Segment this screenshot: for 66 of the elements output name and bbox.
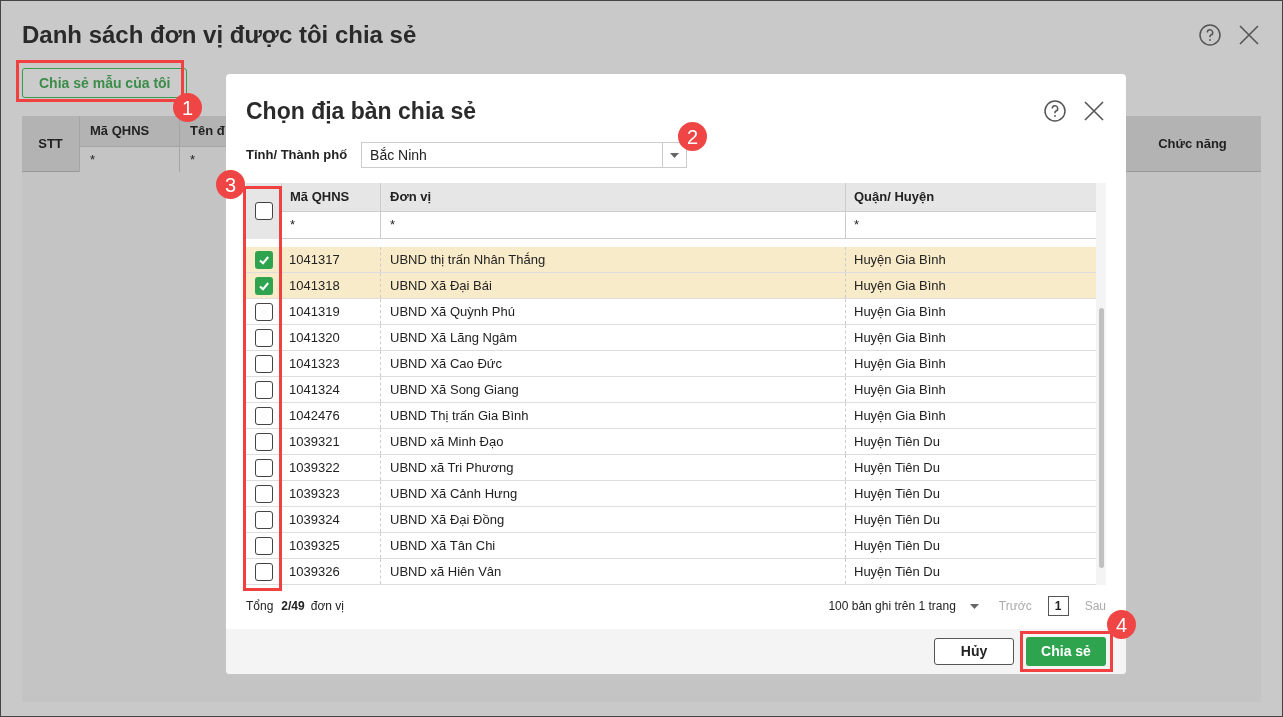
total-unit: đơn vị: [310, 598, 344, 615]
tick-icon: [257, 253, 270, 266]
table-cell: UBND Xã Đại Đồng: [380, 507, 845, 532]
table-cell: UBND thị trấn Nhân Thắng: [380, 247, 845, 272]
filter-field[interactable]: *: [845, 212, 1096, 239]
table-cell: UBND Xã Cảnh Hưng: [380, 481, 845, 506]
checkbox[interactable]: [254, 354, 273, 373]
cancel-button[interactable]: Hủy: [934, 638, 1014, 665]
table-cell-text: 1041320: [288, 328, 341, 347]
table-cell-text: 1041319: [288, 302, 341, 321]
checkbox[interactable]: [254, 250, 273, 269]
field-label: Tỉnh/ Thành phố: [246, 146, 348, 165]
table-cell: UBND xã Tri Phương: [380, 455, 845, 480]
checkbox[interactable]: [254, 562, 273, 581]
dialog-title: Chọn địa bàn chia sẻ: [246, 96, 477, 126]
total-count: 2/49: [281, 598, 305, 615]
scrollbar[interactable]: [1096, 183, 1106, 585]
table-cell: UBND xã Hiên Vân: [380, 559, 845, 584]
table-cell-text: 1041317: [288, 250, 341, 269]
table-cell-text: 1039324: [288, 510, 341, 529]
checkbox[interactable]: [254, 406, 273, 425]
checkbox[interactable]: [254, 276, 273, 295]
total-label: Tổng: [246, 598, 274, 615]
checkbox[interactable]: [254, 328, 273, 347]
table-cell-text: 1039322: [288, 458, 341, 477]
table-cell: UBND Xã Quỳnh Phú: [380, 299, 845, 324]
checkbox[interactable]: [254, 432, 273, 451]
table-cell: UBND Xã Song Giang: [380, 377, 845, 402]
page-size-dropdown[interactable]: 100 bản ghi trên 1 trang: [828, 597, 979, 615]
help-icon[interactable]: [1199, 24, 1221, 46]
column-header: Chức năng: [1157, 135, 1228, 154]
close-icon[interactable]: [1239, 25, 1259, 45]
checkbox[interactable]: [254, 380, 273, 399]
caret-icon: [969, 603, 979, 609]
checkbox[interactable]: [254, 458, 273, 477]
filter-field[interactable]: *: [80, 146, 179, 172]
table-cell-text: 1039325: [288, 536, 341, 555]
table-cell: UBND xã Minh Đạo: [380, 429, 845, 454]
table-cell: UBND Xã Lãng Ngâm: [380, 325, 845, 350]
table-cell-text: 1041323: [288, 354, 341, 373]
caret-icon: [670, 152, 680, 158]
table-cell: UBND Xã Tân Chi: [380, 533, 845, 558]
table-cell: UBND Thị trấn Gia Bình: [380, 403, 845, 428]
checkbox[interactable]: [254, 302, 273, 321]
table-cell-text: 1041318: [288, 276, 341, 295]
table-cell-text: 1039321: [288, 432, 341, 451]
checkbox[interactable]: [254, 510, 273, 529]
filter-field[interactable]: *: [281, 212, 380, 239]
filter-field[interactable]: *: [380, 212, 845, 239]
province-dropdown[interactable]: Bắc Ninh: [361, 142, 688, 168]
table-cell-text: 1039326: [288, 562, 341, 581]
table-cell: UBND Xã Đại Bái: [380, 273, 845, 298]
column-header: Tên đ: [189, 122, 226, 141]
help-icon[interactable]: [1044, 100, 1066, 122]
table-cell-text: 1039323: [288, 484, 341, 503]
checkbox[interactable]: [254, 202, 273, 220]
table-cell-text: 1041324: [288, 380, 341, 399]
column-header: Mã QHNS: [89, 122, 151, 141]
page-number[interactable]: 1: [1047, 596, 1069, 616]
table-cell: UBND Xã Cao Đức: [380, 351, 845, 376]
table-cell-text: 1042476: [288, 406, 341, 425]
page-title: Danh sách đơn vị được tôi chia sẻ: [22, 20, 417, 50]
close-icon[interactable]: [1084, 101, 1104, 121]
checkbox[interactable]: [254, 536, 273, 555]
tick-icon: [257, 279, 270, 292]
checkbox[interactable]: [254, 484, 273, 503]
